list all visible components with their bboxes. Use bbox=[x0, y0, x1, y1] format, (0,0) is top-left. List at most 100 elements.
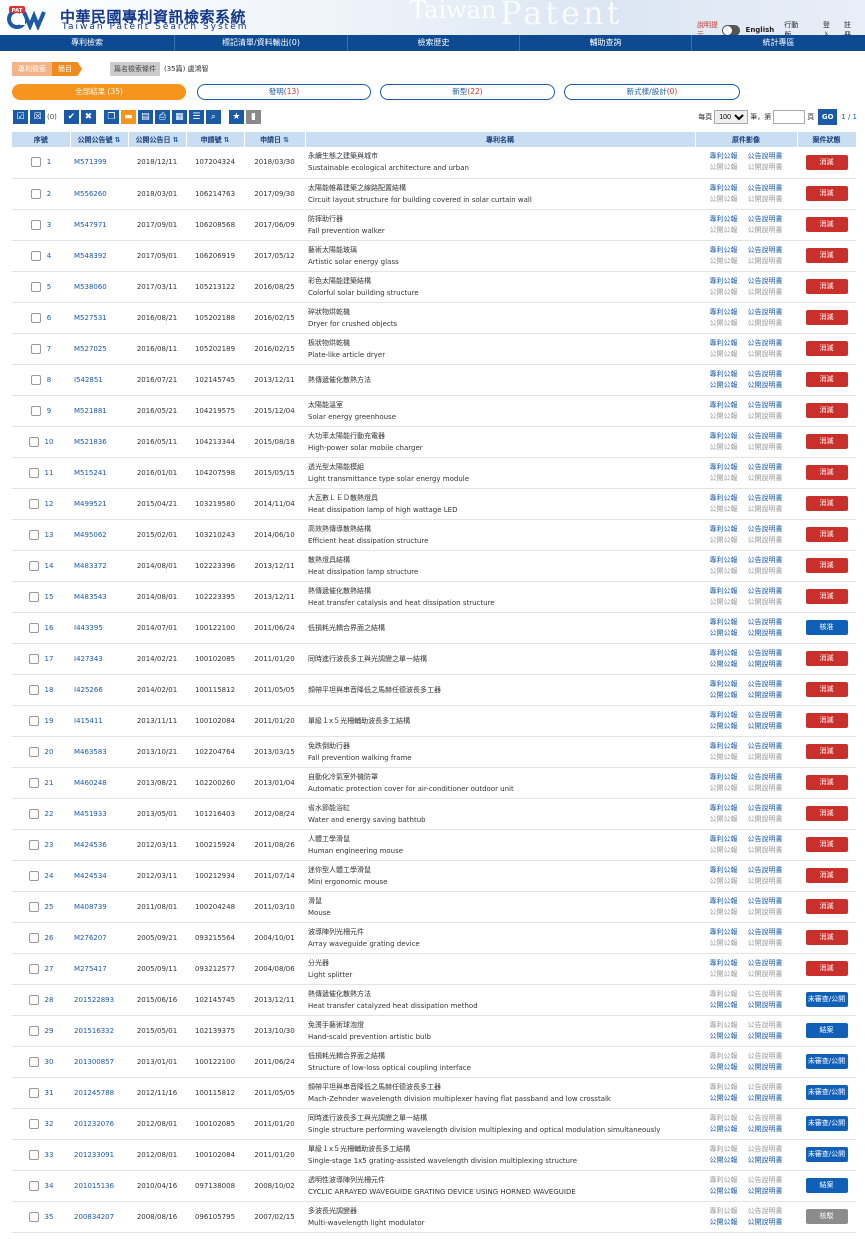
image-link[interactable]: 專利公報 bbox=[710, 401, 738, 409]
image-link[interactable]: 專利公報 bbox=[710, 773, 738, 781]
image-link[interactable]: 公開說明書 bbox=[748, 1032, 783, 1040]
status-badge[interactable]: 消滅 bbox=[805, 372, 848, 387]
remove-icon[interactable]: ✖ bbox=[79, 109, 97, 125]
status-badge[interactable]: 未審查/公開 bbox=[805, 1085, 848, 1100]
image-link[interactable]: 公開公報 bbox=[710, 1125, 738, 1133]
sort-icon[interactable]: ⇅ bbox=[224, 136, 230, 144]
check-all-icon[interactable]: ☑ bbox=[12, 109, 29, 125]
row-checkbox[interactable] bbox=[28, 1180, 39, 1191]
status-badge[interactable]: 消滅 bbox=[805, 868, 848, 883]
cell-pub-no[interactable]: 201015136 bbox=[70, 1170, 128, 1202]
row-checkbox[interactable] bbox=[28, 808, 39, 819]
row-checkbox[interactable] bbox=[28, 839, 39, 850]
row-checkbox[interactable] bbox=[28, 1149, 39, 1160]
image-link[interactable]: 公告說明書 bbox=[748, 866, 783, 874]
status-badge[interactable]: 消滅 bbox=[805, 186, 848, 201]
status-badge[interactable]: 核准 bbox=[805, 620, 848, 635]
print-icon[interactable]: ⎙ bbox=[153, 109, 171, 125]
image-link[interactable]: 公告說明書 bbox=[748, 370, 783, 378]
row-number[interactable]: 22 bbox=[45, 810, 54, 818]
cell-pub-no[interactable]: M521881 bbox=[70, 395, 128, 427]
sort-icon[interactable]: ⇅ bbox=[173, 136, 179, 144]
star-icon[interactable]: ★ bbox=[227, 109, 245, 125]
image-link[interactable]: 專利公報 bbox=[710, 277, 738, 285]
cell-pub-no[interactable]: M515241 bbox=[70, 457, 128, 489]
image-link[interactable]: 公開公報 bbox=[710, 1187, 738, 1195]
row-number[interactable]: 34 bbox=[45, 1182, 54, 1190]
image-link[interactable]: 專利公報 bbox=[710, 587, 738, 595]
image-link[interactable]: 專利公報 bbox=[710, 866, 738, 874]
image-link[interactable]: 公開公報 bbox=[710, 1032, 738, 1040]
cell-pub-no[interactable]: M571399 bbox=[70, 147, 128, 179]
status-badge[interactable]: 消滅 bbox=[805, 154, 848, 170]
cell-pub-no[interactable]: 200834207 bbox=[70, 1201, 128, 1233]
cell-pub-no[interactable]: M275417 bbox=[70, 953, 128, 985]
image-link[interactable]: 公告說明書 bbox=[748, 928, 783, 936]
image-link[interactable]: 公告說明書 bbox=[748, 835, 783, 843]
grid-view-icon[interactable]: ▦ bbox=[170, 109, 188, 125]
status-badge[interactable]: 未審查/公開 bbox=[805, 1116, 848, 1131]
status-badge[interactable]: 消滅 bbox=[805, 775, 848, 790]
cell-pub-no[interactable]: M460248 bbox=[70, 767, 128, 799]
image-link[interactable]: 專利公報 bbox=[710, 246, 738, 254]
row-checkbox[interactable] bbox=[30, 188, 41, 199]
cell-pub-no[interactable]: 201245788 bbox=[70, 1077, 128, 1109]
status-badge[interactable]: 消滅 bbox=[805, 682, 848, 697]
search-icon[interactable]: ⌕ bbox=[204, 109, 222, 125]
image-link[interactable]: 專利公報 bbox=[710, 928, 738, 936]
row-number[interactable]: 13 bbox=[45, 531, 54, 539]
status-badge[interactable]: 消滅 bbox=[805, 279, 848, 294]
image-link[interactable]: 公告說明書 bbox=[748, 680, 783, 688]
row-number[interactable]: 33 bbox=[45, 1151, 54, 1159]
image-link[interactable]: 公開說明書 bbox=[748, 1063, 783, 1071]
image-link[interactable]: 專利公報 bbox=[710, 370, 738, 378]
nav-aux-query[interactable]: 輔助查詢 bbox=[520, 35, 692, 51]
cell-pub-no[interactable]: M463583 bbox=[70, 736, 128, 768]
row-checkbox[interactable] bbox=[30, 219, 41, 230]
row-number[interactable]: 10 bbox=[45, 438, 54, 446]
col-app-date[interactable]: 申請日 ⇅ bbox=[244, 132, 306, 147]
row-checkbox[interactable] bbox=[28, 994, 39, 1005]
row-checkbox[interactable] bbox=[28, 529, 39, 540]
image-link[interactable]: 公開說明書 bbox=[748, 1156, 783, 1164]
cell-pub-no[interactable]: I425266 bbox=[70, 674, 128, 706]
row-number[interactable]: 30 bbox=[45, 1058, 54, 1066]
row-number[interactable]: 16 bbox=[45, 624, 54, 632]
cell-pub-no[interactable]: M483372 bbox=[70, 550, 128, 582]
row-checkbox[interactable] bbox=[28, 622, 39, 633]
nav-statistics[interactable]: 統計專區 bbox=[692, 35, 865, 51]
row-number[interactable]: 19 bbox=[45, 717, 54, 725]
image-link[interactable]: 公開公報 bbox=[710, 1218, 738, 1226]
image-link[interactable]: 公告說明書 bbox=[748, 246, 783, 254]
english-link[interactable]: English bbox=[746, 26, 775, 34]
per-page-select[interactable]: 100 bbox=[714, 110, 749, 124]
row-number[interactable]: 2 bbox=[47, 190, 51, 198]
row-number[interactable]: 29 bbox=[45, 1027, 54, 1035]
breadcrumb-patent-search[interactable]: 專利檢索 bbox=[12, 62, 52, 76]
cell-pub-no[interactable]: M527025 bbox=[70, 333, 128, 365]
cell-pub-no[interactable]: I415411 bbox=[70, 705, 128, 737]
status-badge[interactable]: 消滅 bbox=[805, 744, 848, 759]
row-number[interactable]: 23 bbox=[45, 841, 54, 849]
status-badge[interactable]: 消滅 bbox=[805, 434, 848, 449]
cell-pub-no[interactable]: M495062 bbox=[70, 519, 128, 551]
image-link[interactable]: 專利公報 bbox=[710, 152, 738, 160]
tab-design[interactable]: 新式樣/設計(0) bbox=[564, 84, 740, 100]
tab-invention[interactable]: 發明(13) bbox=[197, 84, 371, 100]
row-checkbox[interactable] bbox=[28, 1056, 39, 1067]
image-link[interactable]: 專利公報 bbox=[710, 494, 738, 502]
row-number[interactable]: 3 bbox=[47, 221, 51, 229]
image-link[interactable]: 專利公報 bbox=[710, 215, 738, 223]
status-badge[interactable]: 消滅 bbox=[805, 527, 848, 542]
row-number[interactable]: 20 bbox=[45, 748, 54, 756]
cell-pub-no[interactable]: I443395 bbox=[70, 612, 128, 644]
image-link[interactable]: 公告說明書 bbox=[748, 339, 783, 347]
status-badge[interactable]: 消滅 bbox=[805, 930, 848, 945]
hint-toggle[interactable] bbox=[722, 24, 740, 35]
row-checkbox[interactable] bbox=[28, 777, 39, 788]
row-number[interactable]: 14 bbox=[45, 562, 54, 570]
stats-icon[interactable]: ▮ bbox=[244, 109, 262, 125]
nav-marked-list[interactable]: 標記清單/資料輸出(0) bbox=[175, 35, 348, 51]
cell-pub-no[interactable]: 201516332 bbox=[70, 1015, 128, 1047]
image-link[interactable]: 公告說明書 bbox=[748, 587, 783, 595]
